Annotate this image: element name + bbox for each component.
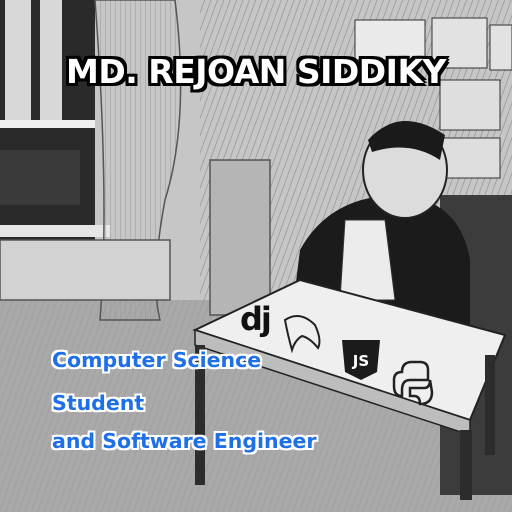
- profile-banner: JS dj MD. REJOAN SIDDIKY Computer Scienc…: [0, 0, 512, 512]
- tagline-line-1: Computer Science: [52, 348, 262, 372]
- window: [0, 0, 110, 240]
- tagline-line-3: and Software Engineer: [52, 429, 317, 453]
- tagline-line-2: Student: [52, 391, 145, 415]
- name-title: MD. REJOAN SIDDIKY: [66, 52, 446, 91]
- svg-text:JS: JS: [352, 352, 369, 370]
- django-logo-icon: dj: [240, 300, 272, 338]
